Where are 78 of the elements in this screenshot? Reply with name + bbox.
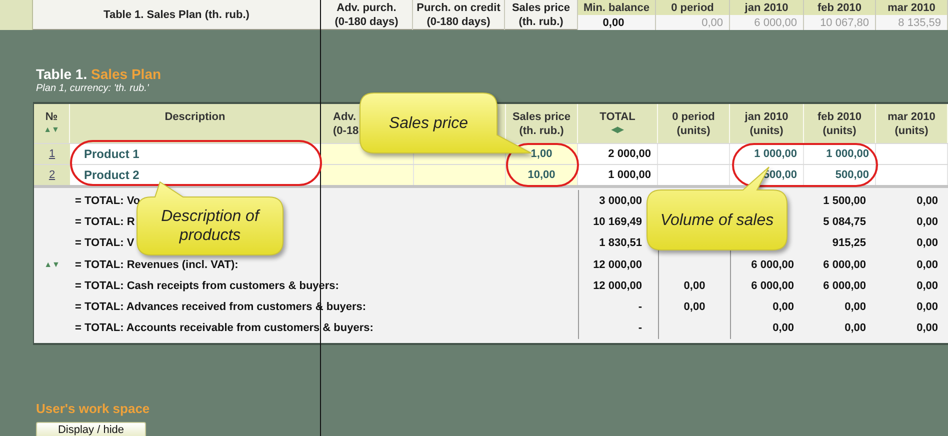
table-cell: 1 830,51 (599, 237, 642, 250)
table-cell: 5 084,75 (823, 216, 866, 228)
table-cell[interactable]: 10,00 (528, 169, 556, 181)
column-header: 0 period (656, 0, 729, 15)
total-label: = TOTAL: V (75, 237, 134, 250)
summary-cell: 6 000,00 (730, 15, 803, 30)
table-cell: - (638, 301, 642, 314)
product-name[interactable]: Product 2 (84, 168, 140, 182)
table-cell: 1 500,00 (823, 194, 866, 207)
column-header: (units) (750, 124, 784, 138)
table-cell: 6 000,00 (823, 280, 866, 292)
display-hide-button[interactable]: Display / hide (36, 422, 146, 436)
table-cell: 6 000,00 (751, 258, 794, 271)
table-cell: 6 000,00 (823, 258, 866, 271)
summary-cell: 8 135,59 (876, 15, 947, 30)
table-cell: 0,00 (684, 280, 706, 292)
column-header: (units) (894, 124, 928, 138)
table-cell: 0,00 (916, 301, 938, 314)
total-label: = TOTAL: Vo (75, 194, 140, 207)
summary-cell: 10 067,80 (804, 15, 875, 30)
section-title: User's work space (35, 401, 151, 418)
column-header: Min. balance (578, 0, 655, 15)
table-cell: 10 169,49 (593, 216, 642, 228)
column-header: Sales price (512, 110, 571, 124)
total-label: = TOTAL: R (75, 216, 135, 228)
table-cell: 0,00 (916, 258, 938, 271)
table-cell: 0,00 (772, 301, 794, 314)
column-header: mar 2010 (876, 0, 947, 15)
table-cell: 0,00 (772, 322, 794, 334)
row-number-link[interactable]: 1 (34, 144, 70, 164)
corner-cell (0, 0, 33, 30)
table-cell: 1 000,00 (754, 148, 797, 160)
row-number-link[interactable]: 2 (34, 165, 70, 185)
table-cell: 0,00 (916, 194, 938, 207)
table-cell: 0,00 (916, 237, 938, 250)
table-cell: - (638, 322, 642, 334)
callout-text: Volume of sales (660, 210, 774, 230)
table-subtitle: Plan 1, currency: 'th. rub.' (35, 83, 150, 96)
summary-cell: 0,00 (578, 15, 655, 30)
total-label: = TOTAL: Accounts receivable from customers & buyers: (75, 322, 374, 334)
column-header: 0 period (672, 110, 715, 124)
summary-cell: 0,00 (656, 15, 729, 30)
column-header: (th. rub.) (519, 124, 564, 138)
table-cell: 0,00 (916, 280, 938, 292)
product-name[interactable]: Product 1 (84, 147, 140, 161)
callout-text: Sales price (388, 114, 468, 132)
column-header: feb 2010 (817, 110, 862, 124)
callout-text: Description of products (160, 207, 262, 245)
table-cell: 2 000,00 (608, 148, 651, 160)
column-header: № (45, 110, 58, 124)
table-cell[interactable]: 1,00 (530, 148, 552, 160)
column-header: mar 2010 (888, 110, 936, 124)
column-header: (units) (676, 124, 710, 138)
column-header: jan 2010 (744, 110, 788, 124)
table-cell: 0,00 (916, 322, 938, 334)
table-cell: 12 000,00 (593, 258, 642, 271)
column-header: Purch. on credit (0-180 days) (413, 0, 505, 30)
table-title: Table 1. Sales Plan (35, 66, 162, 83)
column-header: Description (164, 110, 226, 124)
table-cell: 0,00 (844, 322, 866, 334)
table-cell: 3 000,00 (599, 194, 642, 207)
table-cell: 500,00 (835, 169, 869, 181)
table-cell: 0,00 (916, 216, 938, 228)
column-header: TOTAL (600, 110, 636, 124)
table-cell: 12 000,00 (593, 280, 642, 292)
table-cell: 6 000,00 (751, 280, 794, 292)
column-header: feb 2010 (804, 0, 875, 15)
column-header: jan 2010 (730, 0, 803, 15)
table-cell: 0,00 (844, 301, 866, 314)
sort-arrows[interactable]: ▲▼ (44, 258, 60, 271)
table-cell: 915,25 (832, 237, 866, 250)
table-cell: 0,00 (684, 301, 706, 314)
column-header: Adv. (333, 110, 356, 124)
column-header: (0-18 (333, 124, 359, 138)
total-label: = TOTAL: Revenues (incl. VAT): (75, 258, 238, 271)
column-header: (units) (822, 124, 856, 138)
table-cell: 1 000,00 (826, 148, 869, 160)
table-cell: 1 000,00 (608, 169, 651, 181)
